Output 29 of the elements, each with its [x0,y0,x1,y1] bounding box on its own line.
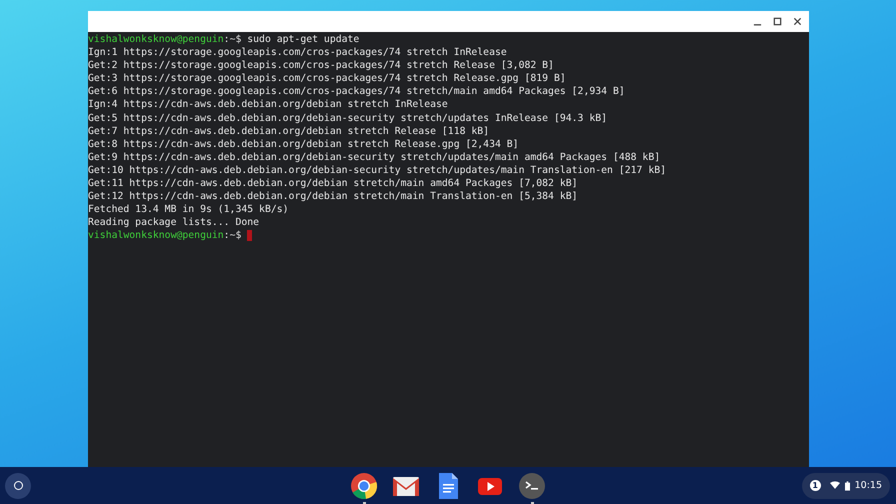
wifi-icon [830,481,840,490]
launcher-button[interactable] [5,472,31,498]
output-line: Get:6 https://storage.googleapis.com/cros-packages/74 stretch/main amd64 Packages [2,934 B] [88,85,625,98]
chrome-icon[interactable] [350,472,378,500]
maximize-icon[interactable] [773,17,782,26]
command-text: sudo apt-get update [247,33,360,46]
output-line: Get:2 https://storage.googleapis.com/cros-packages/74 stretch Release [3,082 B] [88,59,554,72]
output-line: Get:11 https://cdn-aws.deb.debian.org/debian stretch/main amd64 Packages [7,082 kB] [88,177,578,190]
output-line: Get:3 https://storage.googleapis.com/cros-packages/74 stretch Release.gpg [819 B] [88,72,566,86]
clock-time: 10:15 [854,480,882,491]
close-icon[interactable] [793,17,802,26]
output-line: Get:9 https://cdn-aws.deb.debian.org/debian-security stretch/updates/main amd64 Packages [488 kB] [88,150,660,164]
status-tray[interactable]: 1 10:15 [802,472,890,498]
output-line: Get:8 https://cdn-aws.deb.debian.org/debian stretch Release.gpg [2,434 B] [88,138,519,151]
prompt-user: vishalwonksknow@penguin [88,33,224,46]
notification-count: 1 [810,480,821,491]
output-line: Ign:4 https://cdn-aws.deb.debian.org/debian stretch InRelease [88,98,448,112]
output-line: Get:12 https://cdn-aws.deb.debian.org/debian stretch/main Translation-en [5,384 kB] [88,190,578,204]
output-line: Fetched 13.4 MB in 9s (1,345 kB/s) [88,203,289,216]
terminal-icon[interactable] [518,472,546,500]
prompt-path: :~$ [224,229,242,242]
battery-icon [844,480,850,490]
prompt-path: :~$ [224,33,242,46]
prompt-user: vishalwonksknow@penguin [88,229,224,242]
output-line: Ign:1 https://storage.googleapis.com/cros-packages/74 stretch InRelease [88,46,507,60]
output-line: Get:10 https://cdn-aws.deb.debian.org/debian-security stretch/updates/main Translation-en [217 kB] [88,164,666,178]
output-line: Get:7 https://cdn-aws.deb.debian.org/debian stretch Release [118 kB] [88,124,490,138]
output-line: Get:5 https://cdn-aws.deb.debian.org/debian-security stretch/updates InRelease [94.3 kB] [88,112,608,125]
output-line: Reading package lists... Done [88,216,260,230]
